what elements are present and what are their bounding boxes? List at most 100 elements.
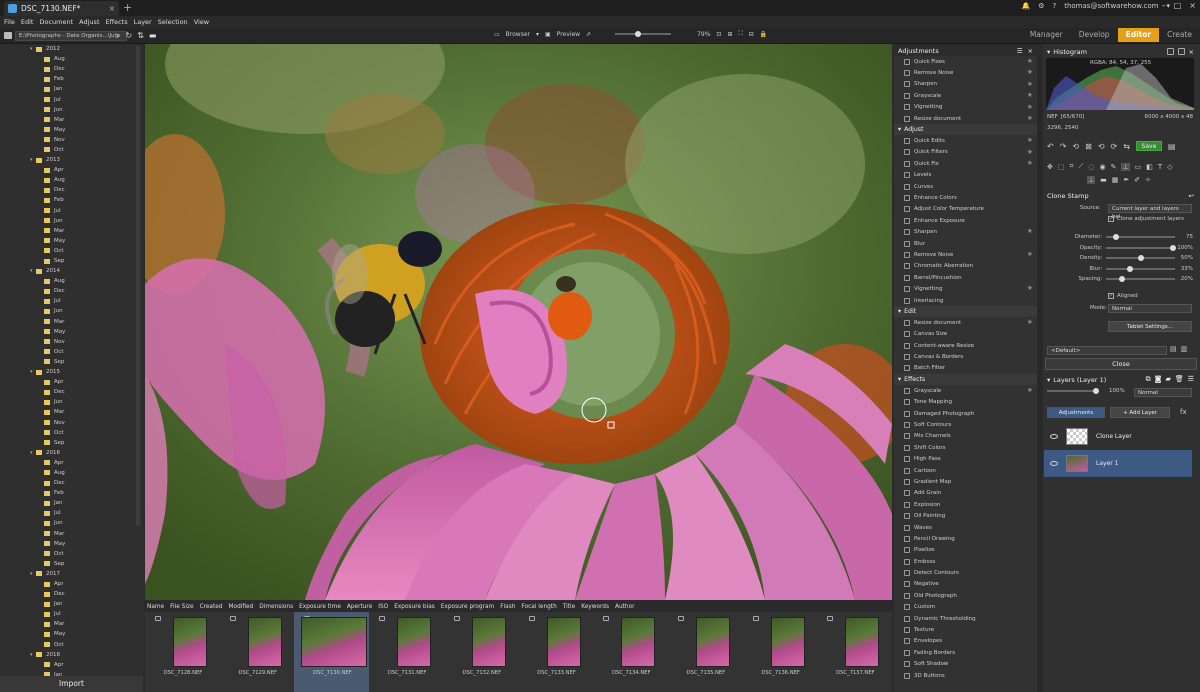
aligned-checkbox[interactable]: Aligned (1117, 293, 1138, 299)
smudge-icon[interactable]: ✐ (1134, 176, 1140, 184)
actual-size-icon[interactable]: ⊞ (727, 31, 732, 38)
adjustment-item[interactable]: Detect Contours (894, 567, 1037, 578)
tree-month-item[interactable]: Sep (0, 438, 143, 448)
adjustment-item[interactable]: Oil Painting (894, 510, 1037, 521)
refresh-icon[interactable]: ↻ (125, 31, 132, 41)
column-header[interactable]: Keywords (581, 604, 609, 610)
adjustment-item[interactable]: Pencil Drawing (894, 533, 1037, 544)
column-header[interactable]: Modified (229, 604, 254, 610)
adjustment-item[interactable]: Negative (894, 579, 1037, 590)
slider-track[interactable] (1106, 244, 1177, 251)
star-icon[interactable]: ★ (1027, 159, 1033, 167)
adjustment-item[interactable]: Resize document ★ (894, 317, 1037, 328)
zoom-slider[interactable] (615, 31, 672, 37)
fullscreen-icon[interactable]: ⛶ (738, 30, 742, 38)
adjustment-item[interactable]: Chromatic Aberration (894, 261, 1037, 272)
tree-month-item[interactable]: Dec (0, 478, 143, 488)
tree-month-item[interactable]: Apr (0, 458, 143, 468)
adjustment-item[interactable]: Remove Noise ★ (894, 249, 1037, 260)
visibility-icon[interactable] (1050, 434, 1058, 439)
adjustment-item[interactable]: Texture (894, 624, 1037, 635)
tree-year-item[interactable]: ▾ 2015 (0, 367, 143, 377)
adjustment-item[interactable]: Content-aware Resize (894, 340, 1037, 351)
save-as-icon[interactable]: ▤ (1168, 142, 1176, 151)
tree-month-item[interactable]: May (0, 327, 143, 337)
image-canvas[interactable] (145, 44, 892, 600)
tree-year-item[interactable]: ▾ 2014 (0, 266, 143, 276)
column-header[interactable]: Focal length (521, 604, 556, 610)
tree-month-item[interactable]: May (0, 539, 143, 549)
tree-month-item[interactable]: Aug (0, 175, 143, 185)
adjustment-item[interactable]: Envelopes (894, 636, 1037, 647)
tree-month-item[interactable]: Sep (0, 357, 143, 367)
adjustment-item[interactable]: Vignetting ★ (894, 283, 1037, 294)
tree-month-item[interactable]: Aug (0, 468, 143, 478)
tree-month-item[interactable]: Mar (0, 317, 143, 327)
section-adjust[interactable]: ▾ Adjust (894, 124, 1037, 136)
chevron-down-icon[interactable]: ▾ (1047, 48, 1050, 56)
tree-month-item[interactable]: Feb (0, 74, 143, 84)
shape-tool-icon[interactable]: ◇ (1167, 163, 1172, 171)
thumbnail[interactable]: DSC_7133.NEF (519, 612, 594, 692)
adjustment-item[interactable]: Canvas Size (894, 329, 1037, 340)
thumbnail[interactable]: DSC_7135.NEF (668, 612, 743, 692)
adjustment-item[interactable]: Remove Noise ★ (894, 67, 1037, 78)
gradient-icon[interactable]: ▦ (1112, 176, 1119, 184)
tree-month-item[interactable]: Jun (0, 105, 143, 115)
delete-preset-icon[interactable]: ▥ (1181, 345, 1188, 353)
column-header[interactable]: Name (147, 604, 164, 610)
maximize-icon[interactable]: □ (1174, 1, 1182, 10)
slider-handle[interactable] (1127, 265, 1134, 272)
redo-icon[interactable]: ↷ (1060, 142, 1067, 151)
adjustment-item[interactable]: Enhance Colors (894, 192, 1037, 203)
star-icon[interactable]: ★ (1027, 148, 1033, 156)
tree-month-item[interactable]: Apr (0, 165, 143, 175)
document-tab[interactable]: DSC_7130.NEF* × (4, 1, 119, 16)
tree-month-item[interactable]: Aug (0, 54, 143, 64)
star-icon[interactable]: ★ (1027, 386, 1033, 394)
layer-row[interactable]: Layer 1 (1044, 450, 1192, 477)
rotate-right-icon[interactable]: ⟳ (1111, 142, 1118, 151)
adjustment-item[interactable]: Soft Shadow (894, 659, 1037, 670)
thumbnail[interactable]: DSC_7129.NEF (220, 612, 295, 692)
slider-track[interactable] (1106, 265, 1176, 272)
adjustment-item[interactable]: Sharpen ★ (894, 79, 1037, 90)
tree-month-item[interactable]: Aug (0, 276, 143, 286)
adjustment-item[interactable]: Shift Colors (894, 442, 1037, 453)
slider-handle[interactable] (1138, 255, 1145, 262)
tree-year-item[interactable]: ▾ 2013 (0, 155, 143, 165)
tree-month-item[interactable]: May (0, 629, 143, 639)
adjustment-item[interactable]: Adjust Color Temperature (894, 204, 1037, 215)
adjustment-item[interactable]: 3D Buttons (894, 670, 1037, 681)
adjustment-item[interactable]: Enhance Exposure (894, 215, 1037, 226)
tree-month-item[interactable]: Dec (0, 589, 143, 599)
adjustment-item[interactable]: Mix Channels (894, 431, 1037, 442)
section-effects[interactable]: ▾ Effects (894, 374, 1037, 386)
slider-track[interactable] (1106, 276, 1176, 283)
tablet-settings-button[interactable]: Tablet Settings... (1108, 321, 1192, 332)
star-icon[interactable]: ★ (1027, 103, 1033, 111)
thumbnail[interactable]: DSC_7130.NEF (294, 612, 370, 692)
slider-handle[interactable] (1112, 234, 1119, 241)
column-header[interactable]: Exposure bias (394, 604, 435, 610)
adjustment-item[interactable]: Interlacing (894, 295, 1037, 306)
visibility-icon[interactable] (1050, 461, 1058, 466)
new-folder-icon[interactable]: ▬ (149, 31, 157, 41)
save-preset-icon[interactable]: ▤ (1170, 345, 1177, 353)
browser-button[interactable]: Browser (506, 31, 530, 38)
adjustment-item[interactable]: High Pass (894, 454, 1037, 465)
star-icon[interactable]: ★ (1027, 227, 1033, 235)
adjustment-item[interactable]: Tone Mapping (894, 397, 1037, 408)
tree-month-item[interactable]: Feb (0, 488, 143, 498)
layer-row[interactable]: Clone Layer (1044, 423, 1192, 450)
mode-tab-editor[interactable]: Editor (1117, 28, 1160, 42)
folder-icon[interactable] (4, 32, 12, 39)
layers-header[interactable]: ▾ Layers (Layer 1) ⧉ ◙ ▰ 🗑 ☰ (1043, 374, 1200, 385)
adjustment-item[interactable]: Sharpen ★ (894, 226, 1037, 237)
slider-handle[interactable] (1119, 276, 1126, 283)
clone-stamp-tool-icon[interactable]: ⊥ (1121, 162, 1130, 171)
adjustment-item[interactable]: Cartoon (894, 465, 1037, 476)
column-header[interactable]: Aperture (347, 604, 372, 610)
lasso-tool-icon[interactable]: ◌ (1088, 163, 1094, 171)
close-panel-icon[interactable]: × (1028, 47, 1033, 55)
